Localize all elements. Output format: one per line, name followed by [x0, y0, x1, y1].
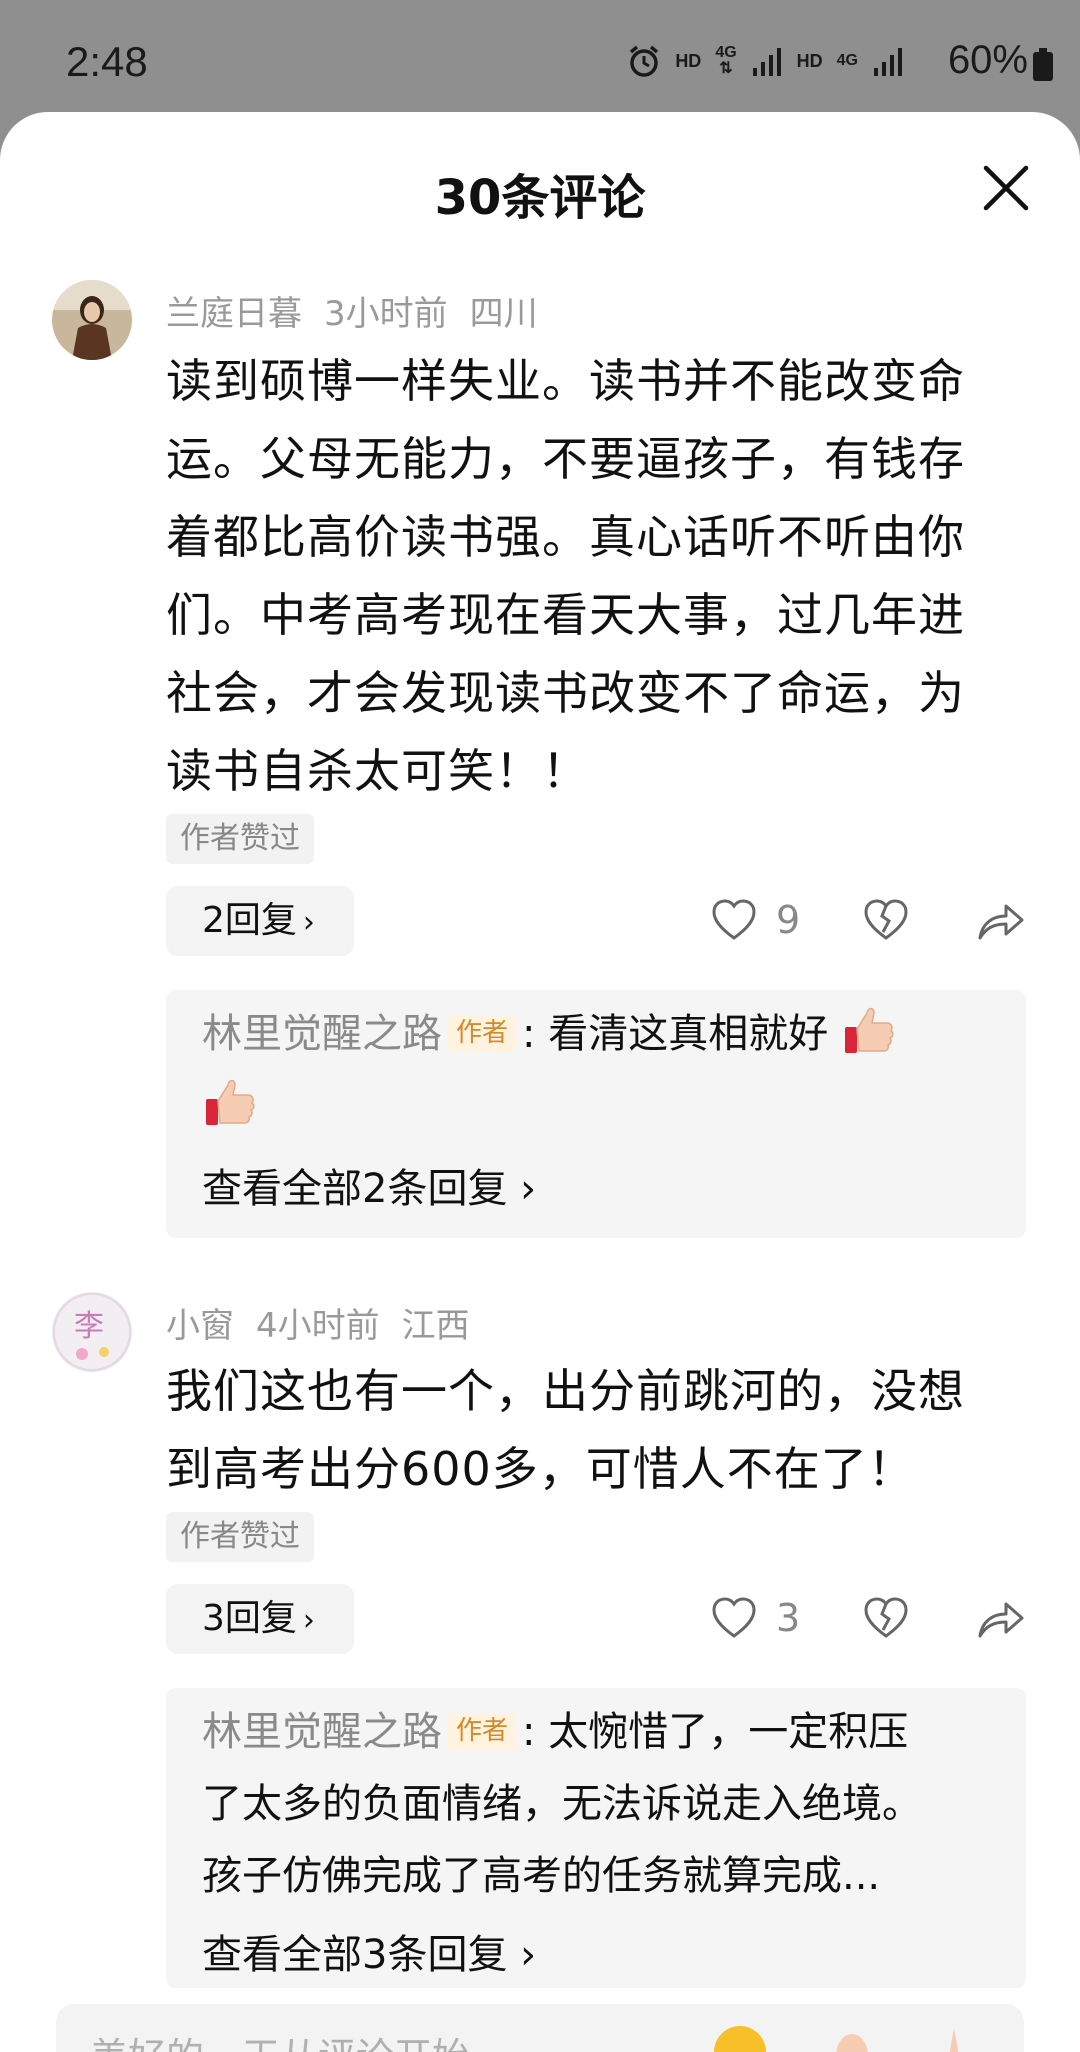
network-indicator-2: 4G	[836, 52, 858, 69]
reply-count-button[interactable]: 2回复 ›	[166, 886, 354, 956]
comment-meta: 小窗 4小时前 江西	[166, 1298, 492, 1347]
comment-username[interactable]: 小窗	[166, 1306, 234, 1346]
battery-percent: 60%	[947, 38, 1028, 82]
comment-username[interactable]: 兰庭日暮	[166, 294, 302, 334]
like-count: 3	[776, 1596, 801, 1640]
network-indicator: 4G ⇅	[715, 44, 737, 77]
dislike-icon[interactable]	[862, 896, 910, 944]
like-icon[interactable]	[710, 1594, 758, 1642]
reply-preview[interactable]: 林里觉醒之路 作者: 太惋惜了，一定积压 了太多的负面情绪，无法诉说走入绝境。 孩…	[166, 1688, 1026, 1988]
author-liked-badge: 作者赞过	[166, 1512, 314, 1562]
hd-indicator-2: HD	[796, 50, 823, 71]
reply-text: 林里觉醒之路 作者: 看清这真相就好	[202, 998, 1002, 1142]
comment-location: 江西	[401, 1306, 470, 1346]
reply-author[interactable]: 林里觉醒之路	[202, 1011, 442, 1057]
sheet-title: 30条评论	[434, 170, 646, 226]
svg-text:李: 李	[74, 1309, 104, 1344]
author-liked-badge: 作者赞过	[166, 814, 314, 864]
share-icon[interactable]	[976, 896, 1026, 944]
view-all-replies-link[interactable]: 查看全部3条回复 ›	[202, 1922, 536, 1980]
dislike-icon[interactable]	[862, 1594, 910, 1642]
clap-emoji-icon[interactable]	[822, 2022, 882, 2052]
avatar[interactable]: 李	[52, 1292, 132, 1372]
avatar[interactable]	[52, 280, 132, 360]
like-icon[interactable]	[710, 896, 758, 944]
signal-icon-2	[874, 48, 902, 76]
comment-time: 3小时前	[324, 294, 448, 334]
battery-icon	[1033, 48, 1053, 81]
reply-preview[interactable]: 林里觉醒之路 作者: 看清这真相就好 查看全部2条回复 ›	[166, 990, 1026, 1238]
like-count: 9	[776, 898, 801, 942]
reply-text: 林里觉醒之路 作者: 太惋惜了，一定积压 了太多的负面情绪，无法诉说走入绝境。 孩…	[202, 1709, 922, 1899]
reply-count-button[interactable]: 3回复 ›	[166, 1584, 354, 1654]
view-all-replies-link[interactable]: 查看全部2条回复 ›	[202, 1156, 536, 1214]
comment-time: 4小时前	[256, 1306, 380, 1346]
share-icon[interactable]	[976, 1594, 1026, 1642]
comments-sheet: 30条评论 兰庭日暮 3小时前 四川 读到硕博一样失业。读书并不能改变命 运。父母无…	[0, 112, 1080, 2052]
thumbs-up-icon	[206, 1079, 255, 1125]
close-icon[interactable]	[980, 162, 1032, 214]
comment-input[interactable]: 美好的一天从评论开始	[56, 2004, 1024, 2052]
reply-author[interactable]: 林里觉醒之路	[202, 1709, 442, 1755]
pray-emoji-icon[interactable]	[924, 2022, 984, 2052]
status-time: 2:48	[66, 38, 148, 85]
comment-location: 四川	[469, 294, 538, 334]
laughing-emoji-icon[interactable]	[710, 2022, 770, 2052]
comment-meta: 兰庭日暮 3小时前 四川	[166, 286, 560, 335]
comment-input-placeholder: 美好的一天从评论开始	[90, 2026, 470, 2052]
status-bar: 2:48 HD 4G ⇅ HD 4G 60%	[0, 0, 1080, 112]
author-tag: 作者	[448, 1713, 517, 1749]
alarm-icon	[630, 45, 659, 77]
author-tag: 作者	[448, 1015, 517, 1051]
thumbs-up-icon	[844, 1007, 894, 1053]
comment-text: 我们这也有一个，出分前跳河的，没想 到高考出分600多，可惜人不在了！	[166, 1364, 965, 1496]
hd-indicator: HD	[675, 50, 702, 71]
signal-icon	[752, 48, 781, 76]
status-icons: HD 4G ⇅ HD 4G	[627, 44, 904, 78]
comment-text: 读到硕博一样失业。读书并不能改变命 运。父母无能力，不要逼孩子，有钱存 着都比高…	[166, 354, 965, 798]
